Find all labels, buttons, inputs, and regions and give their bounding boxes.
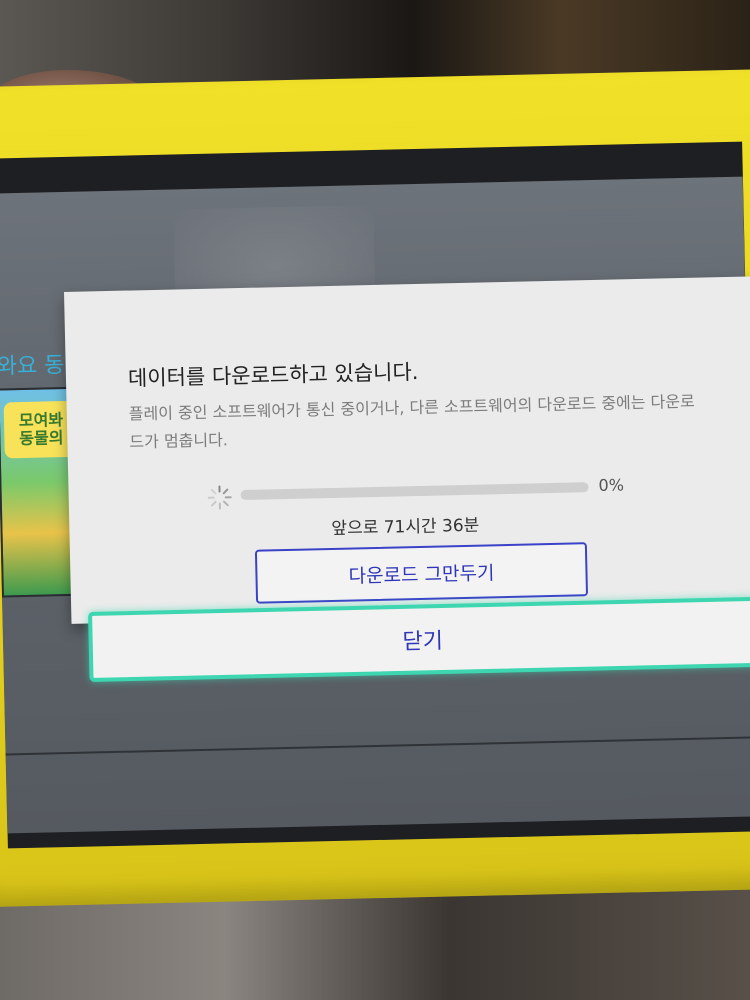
close-button[interactable]: 닫기 [88, 596, 750, 682]
stop-download-button[interactable]: 다운로드 그만두기 [254, 542, 589, 604]
progress-percent: 0% [598, 475, 625, 495]
dialog-title: 데이터를 다운로드하고 있습니다. [127, 359, 419, 391]
home-partial-heading: 와요 동 [0, 353, 65, 380]
download-dialog: 데이터를 다운로드하고 있습니다. 플레이 중인 소프트웨어가 통신 중이거나,… [64, 276, 750, 624]
screen-divider [5, 736, 750, 756]
dialog-description: 플레이 중인 소프트웨어가 통신 중이거나, 다른 소프트웨어의 다운로드 중에… [128, 391, 695, 452]
download-progress-bar [240, 482, 589, 501]
loading-spinner-icon [207, 485, 232, 510]
remaining-time: 앞으로 71시간 36분 [331, 515, 480, 539]
